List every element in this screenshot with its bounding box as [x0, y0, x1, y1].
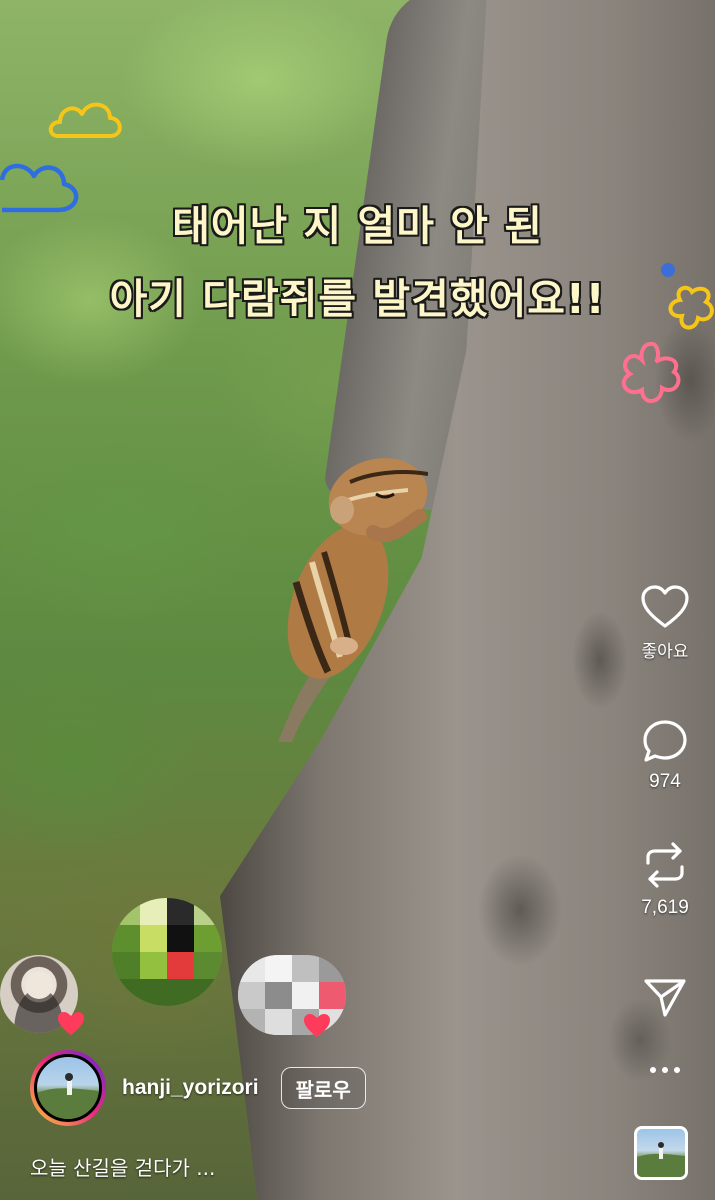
chipmunk-image — [278, 458, 428, 742]
like-button[interactable]: 좋아요 — [615, 585, 715, 662]
heart-outline-icon — [641, 585, 689, 628]
like-label: 좋아요 — [641, 642, 689, 661]
author-username[interactable]: hanji_yorizori — [122, 1076, 259, 1100]
comment-count: 974 — [649, 771, 681, 792]
author-avatar-photo — [37, 1073, 99, 1119]
audio-thumbnail-image — [637, 1142, 685, 1177]
video-caption-line-1: 태어난 지 얼마 안 된 — [172, 202, 543, 250]
repost-button[interactable]: 7,619 — [615, 841, 715, 919]
more-dots-icon — [650, 1067, 680, 1073]
repost-icon — [646, 842, 684, 888]
author-avatar[interactable] — [30, 1050, 106, 1126]
author-row: hanji_yorizori 팔로우 — [30, 1050, 366, 1126]
repost-count: 7,619 — [641, 897, 689, 918]
reaction-avatar-2-image — [112, 898, 222, 1006]
paper-plane-icon — [644, 979, 686, 1017]
cloud-doodle-blue — [0, 163, 79, 213]
flower-doodle-pink — [621, 341, 681, 403]
comment-bubble-icon — [643, 720, 687, 762]
video-caption-line-2: 아기 다람쥐를 발견했어요!! — [109, 275, 606, 323]
reaction-heart-icon-1 — [58, 1012, 84, 1035]
author-avatar-image — [34, 1054, 102, 1122]
comment-button[interactable]: 974 — [615, 719, 715, 793]
video-frame[interactable] — [0, 0, 715, 1200]
audio-track-thumbnail[interactable] — [634, 1126, 688, 1180]
share-button[interactable] — [615, 977, 715, 1019]
flower-doodle-yellow — [661, 263, 714, 330]
post-caption-preview[interactable]: 오늘 산길을 걷다가 ... — [30, 1152, 215, 1181]
reaction-heart-icon-2 — [304, 1014, 330, 1037]
more-options-button[interactable] — [615, 1065, 715, 1075]
reaction-avatar-2-pixelated[interactable] — [112, 898, 222, 1006]
follow-button[interactable]: 팔로우 — [280, 1067, 366, 1109]
cloud-doodle-yellow — [48, 102, 122, 138]
